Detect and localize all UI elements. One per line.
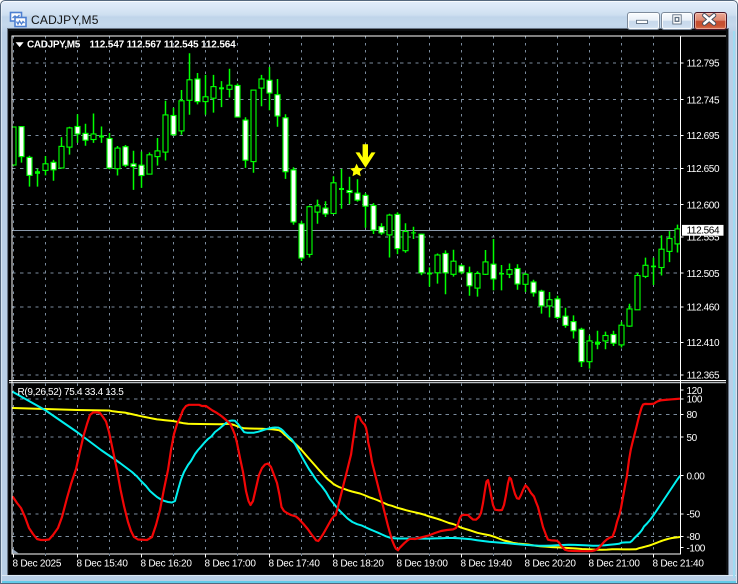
svg-text:112.650: 112.650 (687, 164, 720, 175)
svg-text:R(9,26,52) 75.4 33.4 13.5: R(9,26,52) 75.4 33.4 13.5 (18, 387, 125, 398)
svg-text:-50: -50 (687, 510, 701, 521)
svg-text:112.460: 112.460 (687, 303, 720, 314)
svg-text:8 Dec 15:40: 8 Dec 15:40 (77, 558, 129, 569)
svg-text:8 Dec 17:00: 8 Dec 17:00 (205, 558, 257, 569)
svg-text:8 Dec 21:40: 8 Dec 21:40 (653, 558, 705, 569)
svg-text:50: 50 (687, 433, 698, 444)
svg-text:100: 100 (687, 395, 703, 406)
svg-text:112.547 112.567 112.545 112.56: 112.547 112.567 112.545 112.564 (90, 40, 237, 51)
svg-text:112.745: 112.745 (687, 95, 720, 106)
svg-text:0.00: 0.00 (687, 471, 706, 482)
svg-text:8 Dec 19:00: 8 Dec 19:00 (397, 558, 449, 569)
svg-text:80: 80 (687, 410, 698, 421)
svg-text:-80: -80 (687, 532, 701, 543)
svg-text:8 Dec 16:20: 8 Dec 16:20 (141, 558, 193, 569)
svg-text:8 Dec 2025: 8 Dec 2025 (13, 558, 62, 569)
svg-text:8 Dec 20:20: 8 Dec 20:20 (525, 558, 577, 569)
svg-text:8 Dec 17:40: 8 Dec 17:40 (269, 558, 321, 569)
svg-text:112.600: 112.600 (687, 200, 720, 211)
svg-text:8 Dec 18:20: 8 Dec 18:20 (333, 558, 385, 569)
svg-text:112.795: 112.795 (687, 59, 720, 70)
svg-text:112.365: 112.365 (687, 371, 720, 382)
svg-text:112.695: 112.695 (687, 131, 720, 142)
svg-text:112.564: 112.564 (687, 226, 720, 237)
svg-text:8 Dec 21:00: 8 Dec 21:00 (589, 558, 641, 569)
svg-text:112.410: 112.410 (687, 338, 720, 349)
svg-text:8 Dec 19:40: 8 Dec 19:40 (461, 558, 513, 569)
svg-text:112.505: 112.505 (687, 269, 720, 280)
svg-text:-100: -100 (687, 543, 706, 554)
svg-text:CADJPY,M5: CADJPY,M5 (27, 40, 81, 51)
